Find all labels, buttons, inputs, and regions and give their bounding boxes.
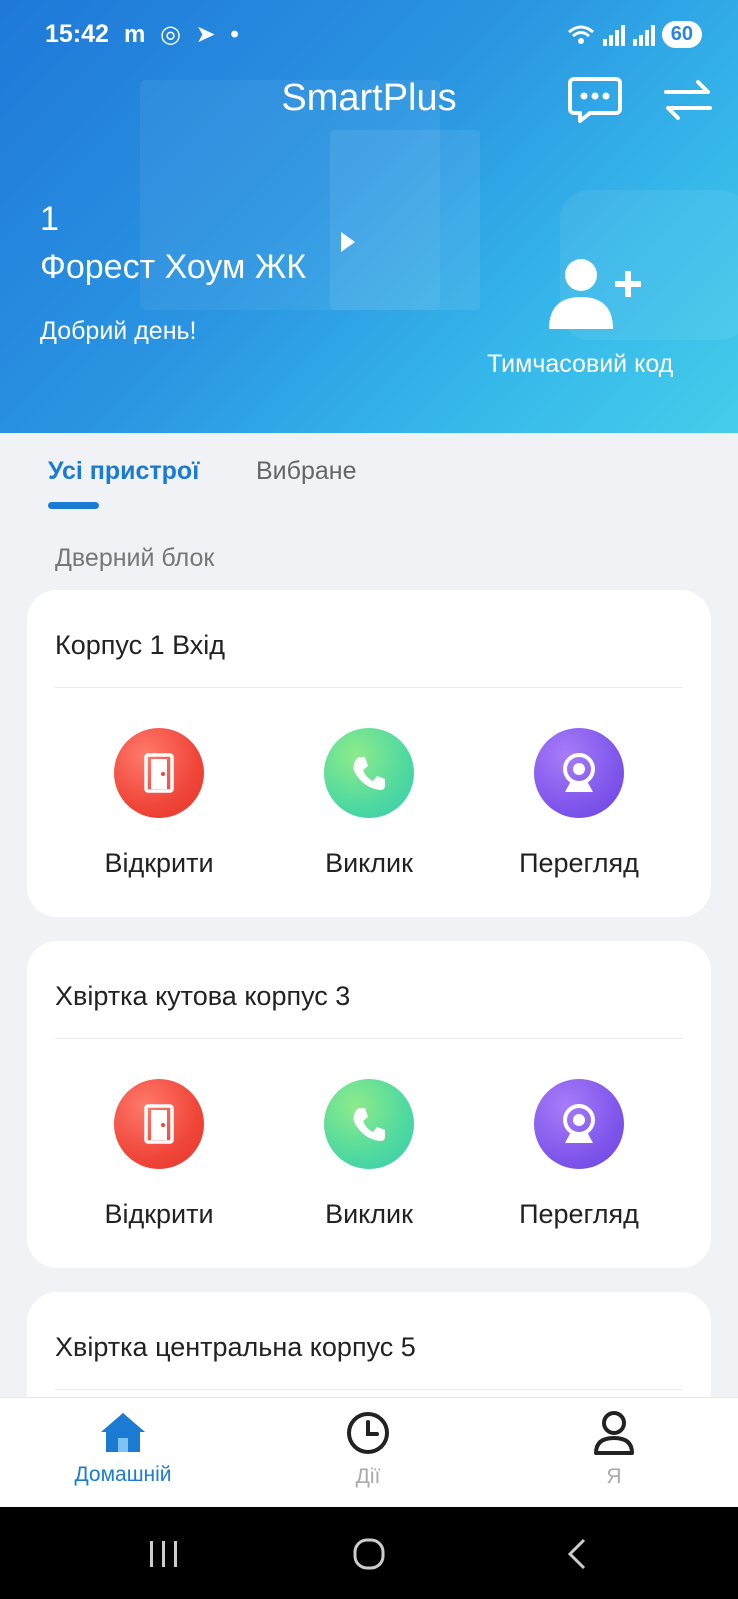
call-label: Виклик (325, 1199, 413, 1229)
phone-icon[interactable] (324, 1079, 414, 1169)
greeting-text: Добрий день! (40, 317, 197, 345)
home-icon (101, 1413, 145, 1452)
view-label: Перегляд (519, 848, 639, 878)
device-title: Хвіртка кутова корпус 3 (55, 981, 351, 1011)
divider (55, 1389, 683, 1390)
back-icon[interactable] (566, 1538, 588, 1570)
call-label: Виклик (325, 848, 413, 878)
tab-favorites[interactable]: Вибране (256, 457, 356, 486)
play-arrow-icon[interactable] (338, 230, 358, 254)
signal-icon (602, 24, 625, 46)
home-system-icon[interactable] (353, 1538, 385, 1570)
call-button[interactable]: Виклик (269, 728, 469, 879)
wifi-icon (567, 25, 594, 44)
view-button[interactable]: Перегляд (479, 728, 679, 879)
app-title: SmartPlus (281, 77, 457, 119)
notification-icons: m ◎ ➤ • (124, 21, 243, 48)
tab-indicator (48, 502, 99, 509)
nav-actions[interactable]: Дії (278, 1410, 458, 1489)
nav-actions-label: Дії (355, 1465, 381, 1488)
phone-icon[interactable] (324, 728, 414, 818)
tab-all-devices[interactable]: Усі пристрої (48, 457, 199, 486)
recent-apps-icon[interactable] (148, 1539, 180, 1569)
nav-home-label: Домашній (74, 1463, 172, 1486)
open-label: Відкрити (104, 1199, 214, 1229)
nav-home[interactable]: Домашній (33, 1410, 213, 1487)
message-icon[interactable] (568, 75, 622, 125)
call-button[interactable]: Виклик (269, 1079, 469, 1230)
device-tabs: Усі пристрої Вибране (0, 433, 738, 523)
room-number[interactable]: 1 (40, 200, 59, 239)
device-title: Хвіртка центральна корпус 5 (55, 1332, 416, 1362)
door-icon[interactable] (114, 1079, 204, 1169)
room-name[interactable]: Форест Хоум ЖК (40, 248, 306, 287)
status-time: 15:42 (45, 20, 109, 48)
user-icon (594, 1411, 634, 1455)
open-label: Відкрити (104, 848, 214, 878)
section-title: Дверний блок (55, 544, 215, 572)
open-button[interactable]: Відкрити (59, 1079, 259, 1230)
add-user-icon[interactable] (545, 257, 641, 333)
divider (55, 1038, 683, 1039)
system-navigation-bar (0, 1507, 738, 1599)
background-decor (330, 130, 480, 310)
nav-profile-label: Я (606, 1465, 622, 1488)
signal-icon (632, 24, 655, 46)
divider (55, 687, 683, 688)
camera-icon[interactable] (534, 728, 624, 818)
view-button[interactable]: Перегляд (479, 1079, 679, 1230)
door-icon[interactable] (114, 728, 204, 818)
bottom-navigation: Домашній Дії Я (0, 1397, 738, 1507)
camera-icon[interactable] (534, 1079, 624, 1169)
status-bar: 15:42 m ◎ ➤ • 60 (0, 0, 738, 70)
open-button[interactable]: Відкрити (59, 728, 259, 879)
clock-icon (347, 1412, 389, 1454)
status-indicators: 60 (566, 21, 702, 48)
device-title: Корпус 1 Вхід (55, 630, 226, 660)
switch-icon[interactable] (664, 78, 712, 122)
temp-code-label[interactable]: Тимчасовий код (487, 350, 673, 379)
header-banner: 15:42 m ◎ ➤ • 60 SmartPlus 1 Форест Хоум… (0, 0, 738, 433)
battery-indicator: 60 (661, 21, 702, 48)
device-card: Хвіртка кутова корпус 3 Відкрити Виклик … (27, 941, 711, 1268)
nav-profile[interactable]: Я (524, 1410, 704, 1489)
view-label: Перегляд (519, 1199, 639, 1229)
device-card: Корпус 1 Вхід Відкрити Виклик Перегляд (27, 590, 711, 917)
